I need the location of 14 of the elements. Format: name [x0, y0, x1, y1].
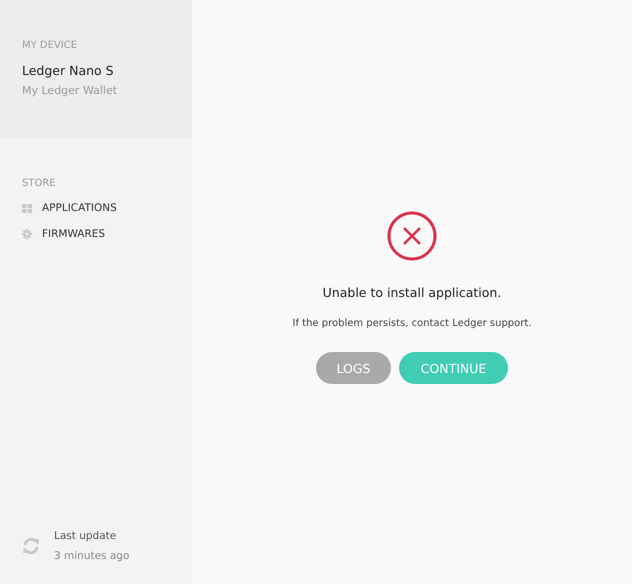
update-time: 3 minutes ago [54, 550, 130, 562]
help-text: If the problem persists, contact Ledger support. [292, 318, 532, 329]
nav-item[interactable]: FIRMWARES [42, 228, 106, 240]
device-name: Ledger Nano S [22, 63, 115, 78]
error-icon [387, 211, 437, 261]
update-label: Last update [54, 530, 118, 542]
grid-icon [22, 204, 32, 212]
section-heading: STORE [22, 178, 57, 189]
section-heading: MY DEVICE [22, 40, 78, 51]
device-subtitle: My Ledger Wallet [22, 84, 118, 97]
refresh-icon[interactable] [22, 537, 40, 555]
nav-item[interactable]: APPLICATIONS [42, 202, 117, 214]
error-message: Unable to install application. [322, 285, 502, 300]
gear-icon [22, 229, 32, 239]
